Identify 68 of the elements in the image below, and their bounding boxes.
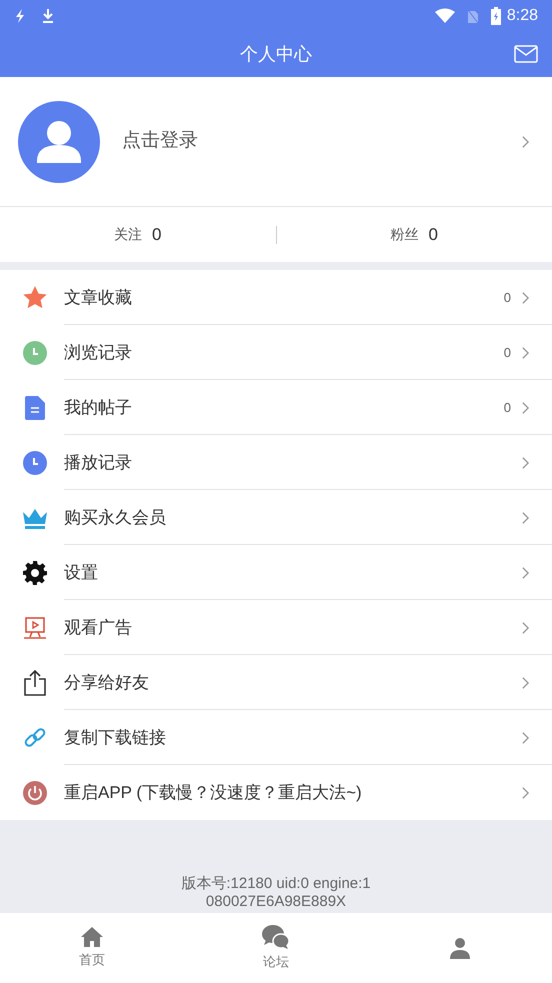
star-icon: [22, 284, 48, 310]
chevron-icon: [521, 456, 530, 470]
flash-icon: [14, 8, 26, 24]
menu-item[interactable]: 文章收藏 0: [0, 270, 552, 325]
wifi-icon: [434, 8, 455, 24]
menu-label: 浏览记录: [64, 342, 133, 364]
document-icon: [25, 396, 45, 420]
count-label: 0: [504, 398, 511, 417]
link-icon: [23, 726, 47, 750]
menu-item[interactable]: 复制下载链接: [0, 710, 552, 765]
stat-label: 关注: [114, 225, 142, 244]
menu-label: 观看广告: [64, 616, 133, 639]
stat-label: 粉丝: [390, 225, 419, 244]
power-icon: [23, 780, 47, 804]
chevron-icon: [521, 510, 530, 524]
menu-label: 我的帖子: [64, 396, 133, 419]
stat-value: 0: [428, 224, 438, 246]
home-icon: [80, 926, 104, 948]
monitor-icon: [24, 616, 46, 638]
menu-item[interactable]: 浏览记录 0: [0, 325, 552, 380]
menu-label: 购买永久会员: [64, 506, 167, 529]
chevron-icon: [521, 730, 530, 744]
chevron-icon: [521, 400, 530, 414]
menu-label: 复制下载链接: [64, 726, 167, 749]
menu-item[interactable]: 购买永久会员: [0, 490, 552, 545]
count-label: 0: [504, 288, 511, 307]
sim-icon: [466, 8, 479, 24]
person-icon: [448, 936, 472, 960]
nav-tab[interactable]: 首页: [0, 913, 184, 983]
stat-value: 0: [152, 224, 162, 246]
chevron-icon: [521, 290, 530, 304]
menu-label: 分享给好友: [64, 672, 150, 694]
version-text: 版本号:12180 uid:0 engine:1: [181, 875, 371, 893]
chevron-icon: [521, 786, 530, 800]
chat-icon: [262, 924, 290, 950]
profile-card[interactable]: 点击登录: [0, 77, 552, 207]
menu-label: 设置: [64, 562, 99, 584]
count-label: 0: [504, 344, 511, 362]
nav-label: 首页: [79, 951, 105, 970]
menu-item[interactable]: 设置: [0, 545, 552, 600]
download-icon: [41, 8, 55, 24]
share-icon: [24, 670, 46, 696]
chevron-icon: [521, 620, 530, 634]
page-title: 个人中心: [240, 43, 312, 66]
menu-item[interactable]: 播放记录: [0, 435, 552, 490]
menu-item[interactable]: 我的帖子 0: [0, 380, 552, 435]
mail-icon[interactable]: [514, 45, 538, 63]
chevron-icon: [521, 134, 530, 148]
clock-icon: [23, 450, 47, 474]
chevron-icon: [521, 676, 530, 690]
chevron-icon: [521, 346, 530, 360]
login-prompt: 点击登录: [122, 129, 199, 154]
crown-icon: [22, 506, 48, 528]
avatar-icon: [18, 100, 100, 182]
menu-item[interactable]: 重启APP (下载慢？没速度？重启大法~): [0, 765, 552, 820]
settings-icon: [23, 560, 47, 584]
battery-icon: [490, 7, 501, 25]
nav-label: 论坛: [263, 953, 289, 972]
menu-item[interactable]: 分享给好友: [0, 655, 552, 710]
menu-label: 文章收藏: [64, 286, 133, 309]
clock-icon: [23, 340, 47, 364]
chevron-icon: [521, 566, 530, 580]
clock-time: 8:28: [506, 6, 538, 26]
menu-label: 播放记录: [64, 452, 133, 474]
menu-label: 重启APP (下载慢？没速度？重启大法~): [64, 782, 363, 804]
nav-tab[interactable]: 论坛: [184, 913, 368, 983]
menu-item[interactable]: 观看广告: [0, 600, 552, 655]
version-text: 080027E6A98E889X: [206, 893, 346, 911]
